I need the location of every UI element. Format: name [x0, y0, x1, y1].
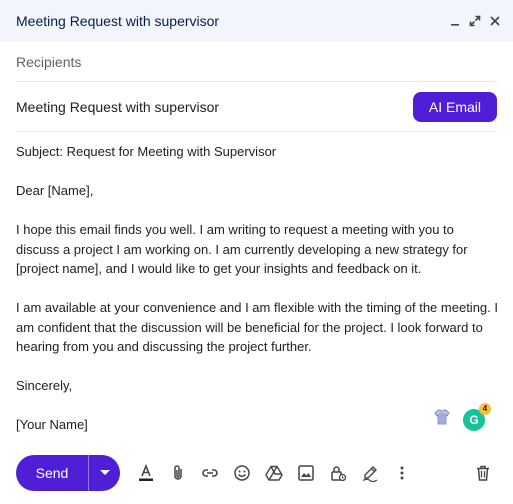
body-paragraph-1: I hope this email finds you well. I am w… — [16, 222, 468, 276]
compose-title-bar[interactable]: Meeting Request with supervisor — [0, 0, 513, 42]
body-greeting: Dear [Name], — [16, 183, 94, 198]
chevron-down-icon — [99, 470, 110, 475]
insert-photo-icon[interactable] — [290, 457, 322, 489]
send-options-button[interactable] — [88, 455, 120, 491]
recipients-placeholder: Recipients — [16, 53, 82, 70]
close-icon[interactable] — [487, 13, 503, 29]
grammarly-letter-icon: G — [469, 412, 479, 427]
subject-field[interactable]: Meeting Request with supervisor AI Email — [16, 82, 497, 132]
body-signature: [Your Name] — [16, 417, 88, 432]
body-paragraph-2: I am available at your convenience and I… — [16, 300, 498, 354]
insert-link-icon[interactable] — [194, 457, 226, 489]
message-body[interactable]: Subject: Request for Meeting with Superv… — [16, 142, 498, 454]
expand-icon[interactable] — [467, 13, 483, 29]
ai-email-button[interactable]: AI Email — [412, 91, 497, 122]
subject-value: Meeting Request with supervisor — [16, 98, 220, 115]
recipients-field[interactable]: Recipients — [16, 42, 497, 82]
google-drive-icon[interactable] — [258, 457, 290, 489]
grammarly-count-badge: 4 — [479, 402, 491, 415]
insert-emoji-icon[interactable] — [226, 457, 258, 489]
confidential-mode-icon[interactable] — [322, 457, 354, 489]
more-options-icon[interactable] — [386, 457, 418, 489]
compose-title: Meeting Request with supervisor — [16, 13, 220, 29]
send-button-group: Send — [16, 455, 120, 491]
insert-signature-icon[interactable] — [354, 457, 386, 489]
grammarly-icon[interactable]: G 4 — [463, 402, 491, 431]
attach-file-icon[interactable] — [162, 457, 194, 489]
minimize-icon[interactable] — [447, 13, 463, 29]
extension-shirt-icon[interactable] — [433, 408, 451, 431]
send-button[interactable]: Send — [16, 455, 88, 491]
discard-draft-icon[interactable] — [467, 457, 499, 489]
compose-toolbar: Send — [16, 455, 499, 491]
body-closing: Sincerely, — [16, 378, 73, 393]
formatting-options-icon[interactable] — [130, 457, 162, 489]
body-subject-line: Subject: Request for Meeting with Superv… — [16, 144, 277, 159]
